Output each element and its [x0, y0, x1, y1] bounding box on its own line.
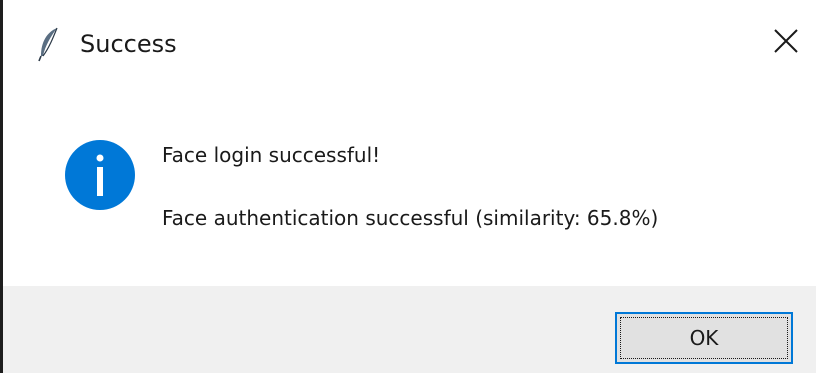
button-bar: OK: [3, 286, 816, 373]
info-icon: [64, 139, 136, 211]
close-icon: [773, 28, 799, 58]
message-dialog: Success Face login successful! Face auth…: [0, 0, 816, 373]
ok-button[interactable]: OK: [615, 312, 793, 364]
window-title: Success: [80, 30, 177, 58]
title-bar[interactable]: Success: [3, 0, 816, 88]
dialog-content: Face login successful! Face authenticati…: [3, 88, 816, 286]
close-button[interactable]: [763, 20, 809, 66]
message-detail: Face authentication successful (similari…: [162, 206, 659, 230]
feather-icon: [37, 26, 61, 62]
message-title: Face login successful!: [162, 143, 381, 167]
